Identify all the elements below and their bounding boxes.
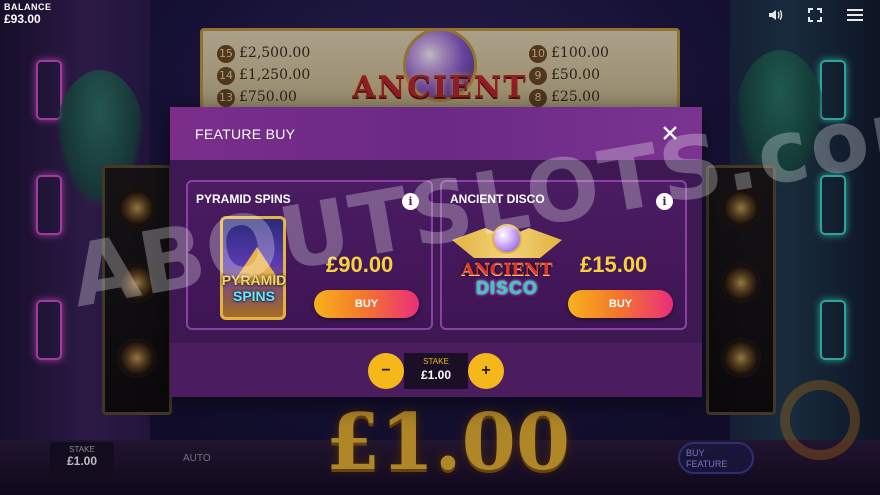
feature-price: £15.00 xyxy=(580,252,648,277)
buy-button-pyramid-spins[interactable]: BUY xyxy=(314,290,419,318)
info-icon[interactable]: i xyxy=(656,193,673,210)
stake-display: STAKE £1.00 xyxy=(404,353,468,389)
modal-title: FEATURE BUY xyxy=(195,126,296,142)
balance-label: BALANCE xyxy=(4,2,52,12)
balance-display: BALANCE £93.00 xyxy=(4,2,52,26)
close-icon[interactable] xyxy=(658,121,682,145)
pyramid-spins-artwork: PYRAMID SPINS xyxy=(220,216,290,320)
modal-header: FEATURE BUY xyxy=(170,107,702,160)
info-icon[interactable]: i xyxy=(402,193,419,210)
feature-price: £90.00 xyxy=(326,252,394,277)
speaker-icon[interactable] xyxy=(766,6,784,24)
card-title: ANCIENT DISCO xyxy=(450,192,545,206)
stake-value: £1.00 xyxy=(420,368,452,382)
card-title: PYRAMID SPINS xyxy=(196,192,291,206)
artwork-line2: DISCO xyxy=(475,278,538,298)
decrease-stake-button[interactable]: − xyxy=(368,353,404,389)
artwork-line1: PYRAMID xyxy=(221,272,287,288)
artwork-line1: ANCIENT xyxy=(461,260,553,280)
stake-stepper: − STAKE £1.00 + xyxy=(368,353,504,389)
balance-value: £93.00 xyxy=(4,12,41,26)
top-right-controls xyxy=(766,6,864,24)
ancient-disco-artwork: ANCIENT DISCO xyxy=(452,220,562,320)
modal-footer: − STAKE £1.00 + xyxy=(170,343,702,397)
artwork-line2: SPINS xyxy=(232,288,275,304)
stake-label: STAKE xyxy=(423,357,449,366)
increase-stake-button[interactable]: + xyxy=(468,353,504,389)
disco-ball-icon xyxy=(492,224,522,254)
buy-button-ancient-disco[interactable]: BUY xyxy=(568,290,673,318)
modal-body: PYRAMID SPINS i PYRAMID SPINS £90.00 BUY… xyxy=(170,160,702,343)
menu-icon[interactable] xyxy=(846,6,864,24)
fullscreen-icon[interactable] xyxy=(806,6,824,24)
feature-card-ancient-disco: ANCIENT DISCO i ANCIENT DISCO £15.00 BUY xyxy=(440,180,687,330)
feature-buy-modal: FEATURE BUY PYRAMID SPINS i PYRAMID SPIN… xyxy=(170,107,702,397)
feature-card-pyramid-spins: PYRAMID SPINS i PYRAMID SPINS £90.00 BUY xyxy=(186,180,433,330)
